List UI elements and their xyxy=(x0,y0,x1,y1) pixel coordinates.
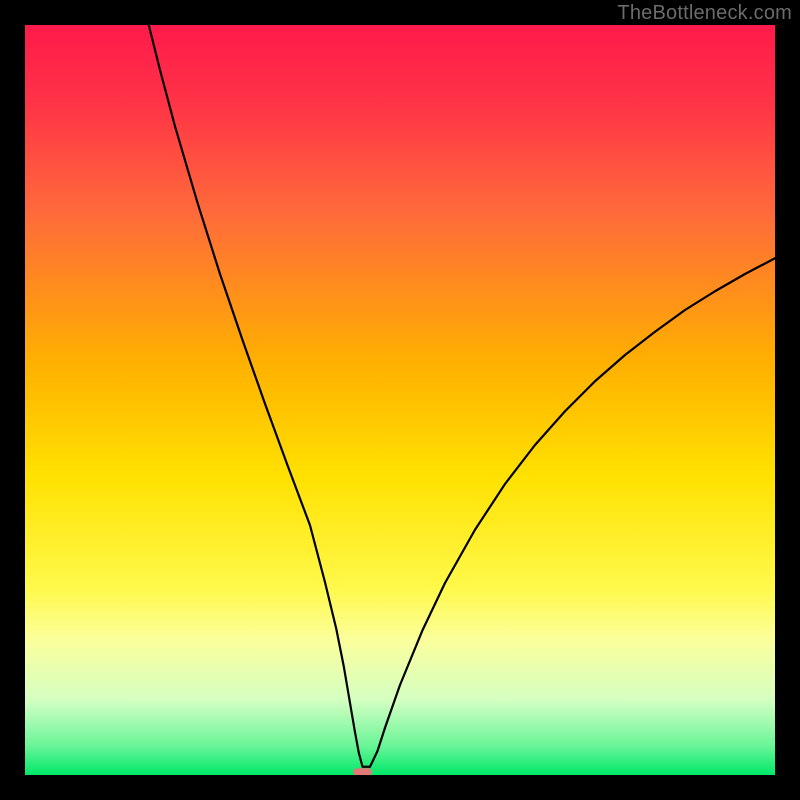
plot-area xyxy=(25,25,775,775)
gradient-background xyxy=(25,25,775,775)
target-marker xyxy=(353,768,372,775)
watermark-text: TheBottleneck.com xyxy=(617,2,792,25)
chart-svg xyxy=(25,25,775,775)
chart-frame: TheBottleneck.com xyxy=(0,0,800,800)
